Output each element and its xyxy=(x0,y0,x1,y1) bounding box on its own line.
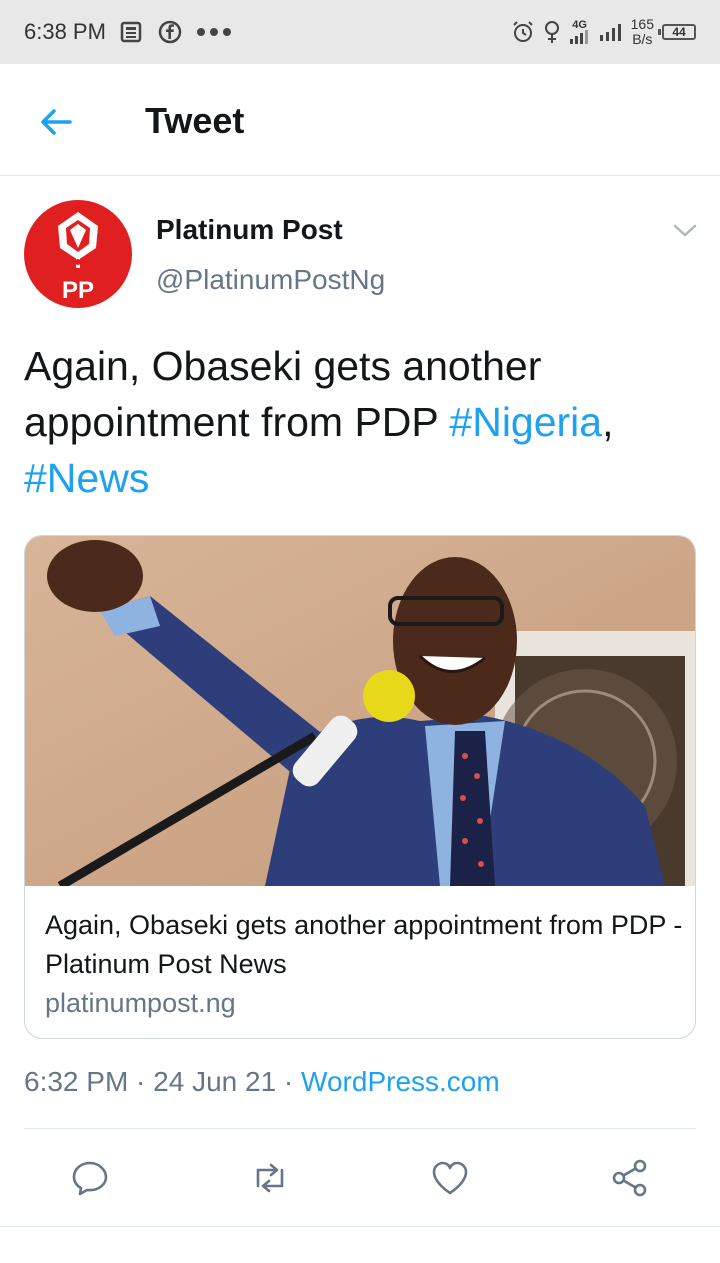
network-speed: 165 B/s xyxy=(631,17,654,47)
heart-icon[interactable] xyxy=(430,1158,470,1198)
tweet-text: Again, Obaseki gets another appointment … xyxy=(24,338,696,506)
status-left: 6:38 PM xyxy=(24,19,232,45)
tweet-source[interactable]: WordPress.com xyxy=(301,1066,500,1097)
author-name[interactable]: Platinum Post xyxy=(156,214,343,246)
status-bar: 6:38 PM 4G 165 B/s 44 xyxy=(0,0,720,64)
retweet-icon[interactable] xyxy=(250,1158,290,1198)
avatar-initials: PP xyxy=(62,277,94,304)
facebook-icon xyxy=(158,20,182,44)
tweet-meta: 6:32 PM · 24 Jun 21 · WordPress.com xyxy=(24,1066,500,1098)
page-title: Tweet xyxy=(145,100,245,141)
signal-icon xyxy=(599,23,623,41)
speed-unit: B/s xyxy=(632,31,653,47)
hashtag-news[interactable]: #News xyxy=(24,455,149,501)
alarm-icon xyxy=(511,20,535,44)
news-icon xyxy=(120,21,144,43)
status-right: 4G 165 B/s 44 xyxy=(511,17,696,47)
arrow-left-icon[interactable] xyxy=(36,102,76,142)
chevron-down-icon[interactable] xyxy=(672,220,698,240)
app-header: Tweet xyxy=(0,64,720,176)
status-time: 6:38 PM xyxy=(24,19,106,44)
tweet-separator: , xyxy=(602,399,614,445)
location-icon xyxy=(543,20,561,44)
divider xyxy=(24,1128,696,1129)
speed-value: 165 xyxy=(630,16,654,32)
avatar[interactable]: PP xyxy=(24,200,132,308)
card-domain: platinumpost.ng xyxy=(45,988,236,1018)
battery-level: 44 xyxy=(672,25,686,39)
card-image xyxy=(25,536,695,886)
signal-4g-icon: 4G xyxy=(569,20,591,44)
card-title: Again, Obaseki gets another appointment … xyxy=(45,910,683,979)
battery-icon: 44 xyxy=(658,24,696,40)
share-icon[interactable] xyxy=(610,1158,650,1198)
network-type: 4G xyxy=(572,19,587,31)
author-handle[interactable]: @PlatinumPostNg xyxy=(156,264,385,296)
tweet-timestamp: 6:32 PM · 24 Jun 21 · xyxy=(24,1066,302,1097)
more-notifications-icon xyxy=(196,27,232,37)
divider xyxy=(0,1226,720,1227)
hashtag-nigeria[interactable]: #Nigeria xyxy=(449,399,602,445)
reply-icon[interactable] xyxy=(70,1158,110,1198)
link-card[interactable]: Again, Obaseki gets another appointment … xyxy=(24,535,696,1039)
